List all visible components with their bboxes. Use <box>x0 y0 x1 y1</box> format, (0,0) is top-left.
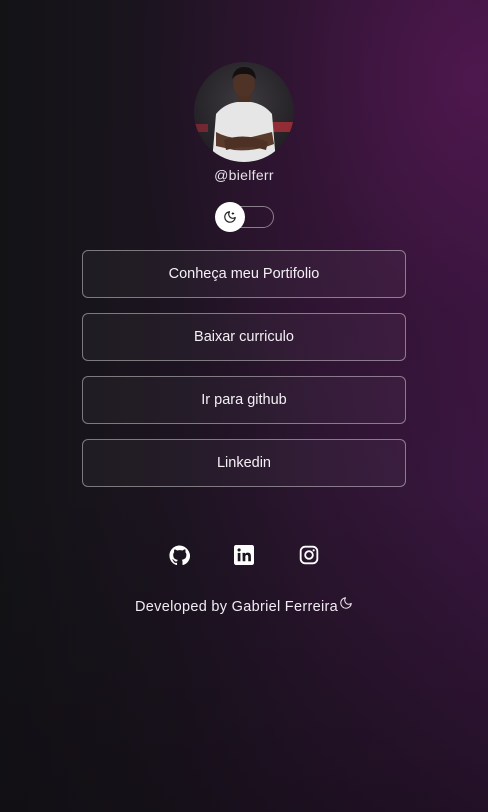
toggle-knob[interactable] <box>215 202 245 232</box>
instagram-icon[interactable] <box>298 544 320 566</box>
linkedin-button[interactable]: Linkedin <box>82 439 406 487</box>
github-button-label: Ir para github <box>201 392 287 408</box>
footer: Developed by Gabriel Ferreira <box>135 597 353 615</box>
portfolio-button-label: Conheça meu Portifolio <box>168 266 320 282</box>
linktree-page: @bielferr Conheça meu Portifolio Baixar … <box>0 0 488 615</box>
footer-text: Developed by Gabriel Ferreira <box>135 599 338 615</box>
avatar-photo <box>194 62 294 162</box>
github-icon[interactable] <box>168 544 190 566</box>
theme-toggle[interactable] <box>215 202 274 232</box>
avatar <box>194 62 294 162</box>
download-resume-button[interactable]: Baixar curriculo <box>82 313 406 361</box>
social-links <box>168 544 320 566</box>
portfolio-button[interactable]: Conheça meu Portifolio <box>82 250 406 298</box>
link-list: Conheça meu Portifolio Baixar curriculo … <box>82 250 406 487</box>
moon-icon <box>340 597 352 609</box>
username: @bielferr <box>214 167 274 183</box>
linkedin-icon[interactable] <box>233 544 255 566</box>
moon-icon <box>224 211 236 223</box>
download-resume-button-label: Baixar curriculo <box>194 329 294 345</box>
linkedin-button-label: Linkedin <box>216 455 271 471</box>
github-button[interactable]: Ir para github <box>82 376 406 424</box>
